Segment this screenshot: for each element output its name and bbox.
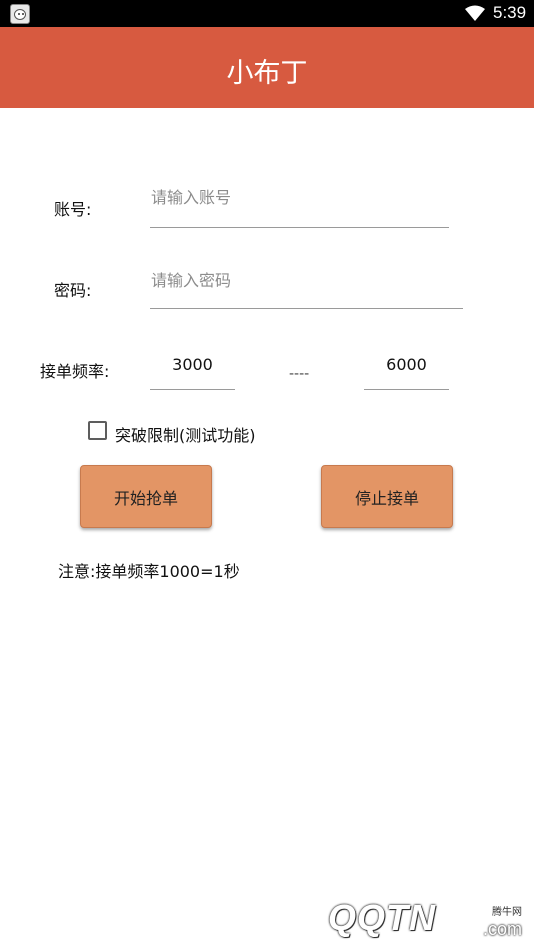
start-button[interactable]: 开始抢单 xyxy=(80,465,212,528)
account-label: 账号: xyxy=(54,200,92,219)
status-time: 5:39 xyxy=(493,3,527,22)
watermark-logo: QQTN xyxy=(328,897,436,938)
eye-graphic xyxy=(18,13,20,15)
frequency-separator: ---- xyxy=(289,366,310,382)
app-icon xyxy=(10,4,30,24)
watermark: QQTN 腾牛网 .com xyxy=(320,893,532,947)
frequency-min-input[interactable] xyxy=(150,348,235,390)
password-label: 密码: xyxy=(54,281,92,300)
frequency-max-input[interactable] xyxy=(364,348,449,390)
eye-graphic xyxy=(22,13,24,15)
limit-checkbox[interactable] xyxy=(88,421,107,440)
note-text: 注意:接单频率1000=1秒 xyxy=(58,562,240,581)
wifi-icon xyxy=(465,5,485,21)
limit-checkbox-label[interactable]: 突破限制(测试功能) xyxy=(115,422,256,446)
stop-button[interactable]: 停止接单 xyxy=(321,465,453,528)
face-graphic xyxy=(14,9,26,20)
watermark-small-text: 腾牛网 xyxy=(492,907,522,918)
frequency-label: 接单频率: xyxy=(40,362,110,381)
account-input[interactable] xyxy=(150,180,449,228)
app-title: 小布丁 xyxy=(226,58,308,89)
status-bar: 5:39 xyxy=(0,0,534,27)
watermark-suffix: .com xyxy=(482,919,522,939)
app-bar: 小布丁 xyxy=(0,27,534,108)
password-input[interactable] xyxy=(150,262,463,309)
